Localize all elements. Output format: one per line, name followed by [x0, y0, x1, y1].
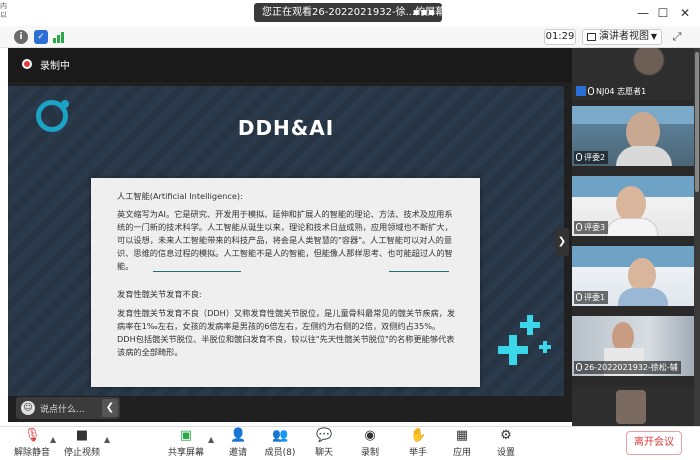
- ghost-text-1: 内: [0, 2, 7, 10]
- participant-tile[interactable]: 评委2: [572, 106, 700, 166]
- gear-icon: ⚙: [500, 428, 512, 443]
- share-screen-icon: ▣: [179, 428, 193, 443]
- raise-hand-label: 举手: [408, 448, 427, 458]
- divider-line: [153, 271, 241, 272]
- section2: 发育性髋关节发育不良: 发育性髋关节发育不良（DDH）又称发育性髋关节脱位，是儿…: [117, 288, 457, 359]
- section1-body: 英文缩写为AI。它是研究、开发用于模拟、延伸和扩展人的智能的理论、方法、技术及应…: [117, 209, 453, 271]
- recording-dot-icon: [22, 59, 32, 69]
- share-screen-label: 共享屏幕: [167, 448, 204, 458]
- apps-label: 应用: [452, 448, 471, 458]
- record-label: 录制: [360, 448, 379, 458]
- mic-muted-icon: 🎙: [24, 428, 41, 443]
- members-label: 成员(8): [264, 448, 296, 458]
- shared-screen-stage: 录制中 DDH&AI 人工智能(Artificial Intelligence)…: [8, 48, 572, 442]
- section1-heading: 人工智能(Artificial Intelligence):: [117, 191, 243, 201]
- chevron-down-icon: ▼: [650, 32, 657, 41]
- stop-video-button[interactable]: ■ 停止视频: [60, 428, 104, 459]
- participant-name: 评委2: [584, 153, 606, 162]
- chevron-up-icon[interactable]: ▲: [104, 435, 110, 444]
- share-screen-button[interactable]: ▣ 共享屏幕: [164, 428, 208, 459]
- video-camera-icon: ■: [75, 428, 89, 443]
- participant-tile[interactable]: 评委3: [572, 176, 700, 236]
- participant-tile[interactable]: [572, 386, 700, 426]
- participant-label: 26-2022021932-徐松-辅: [574, 361, 681, 374]
- view-mode-button[interactable]: 演讲者视图 ▼: [582, 29, 662, 45]
- view-mode-label: 演讲者视图: [599, 31, 649, 42]
- invite-label: 邀请: [228, 448, 247, 458]
- users-icon: 👥: [272, 428, 289, 443]
- participant-label: NJ04 志愿者1: [574, 85, 649, 98]
- participant-name: 评委3: [584, 223, 606, 232]
- ghost-text-2: 以: [0, 11, 7, 19]
- chat-button[interactable]: 💬 聊天: [302, 428, 346, 459]
- participants-scrollbar[interactable]: [694, 48, 700, 426]
- mic-icon: [576, 293, 582, 301]
- divider-line: [389, 271, 449, 272]
- meeting-controls-bar: 🎙 解除静音 ▲ ■ 停止视频 ▲ ▣ 共享屏幕 ▲ 👤 邀请 👥 成员(8) …: [0, 426, 700, 460]
- section2-body: 发育性髋关节发育不良（DDH）又称发育性髋关节脱位，是儿童骨科最常见的髋关节疾病…: [117, 308, 456, 357]
- raise-hand-button[interactable]: ✋ 举手: [396, 428, 440, 459]
- mic-icon: [576, 153, 582, 161]
- viewing-share-pill[interactable]: 您正在观看26-2022021932-徐...的屏幕 ▪▪▪: [254, 3, 442, 22]
- mic-icon: [576, 363, 582, 371]
- mic-icon: [576, 223, 582, 231]
- settings-button[interactable]: ⚙ 设置: [484, 428, 528, 459]
- minimize-icon[interactable]: —: [634, 4, 652, 22]
- title-bar: 内 以 您正在观看26-2022021932-徐...的屏幕 ▪▪▪ — ☐ ✕: [0, 0, 700, 26]
- collapse-panel-chevron-icon[interactable]: ❯: [555, 228, 569, 256]
- participant-name: 评委1: [584, 293, 606, 302]
- meeting-timer: 01:29: [544, 29, 576, 45]
- more-dots-icon[interactable]: ▪▪▪: [413, 3, 436, 22]
- chevron-up-icon[interactable]: ▲: [208, 435, 214, 444]
- chat-placeholder[interactable]: 说点什么...: [40, 402, 85, 415]
- presentation-slide: DDH&AI 人工智能(Artificial Intelligence): 英文…: [8, 86, 564, 442]
- chat-input-box[interactable]: ☺ 说点什么... ❮: [16, 397, 120, 419]
- participants-panel: NJ04 志愿者1 评委2 评委3 评委1 26-2022021932-徐松-辅: [572, 48, 700, 426]
- apps-button[interactable]: ▦ 应用: [440, 428, 484, 459]
- chevron-up-icon[interactable]: ▲: [50, 435, 56, 444]
- members-button[interactable]: 👥 成员(8): [258, 428, 302, 459]
- participant-tile[interactable]: 评委1: [572, 246, 700, 306]
- grid-icon: [587, 33, 596, 41]
- slide-content-card: 人工智能(Artificial Intelligence): 英文缩写为AI。它…: [91, 178, 480, 387]
- mic-muted-icon: [588, 87, 594, 95]
- chevron-left-icon[interactable]: ❮: [102, 399, 118, 417]
- signal-icon[interactable]: [53, 30, 65, 44]
- background-window-fragment: 内 以: [0, 2, 7, 20]
- record-icon: ◉: [364, 428, 376, 443]
- info-icon[interactable]: i: [14, 30, 28, 44]
- stop-video-label: 停止视频: [63, 448, 100, 458]
- shield-icon[interactable]: ✓: [34, 30, 48, 44]
- recording-bar: 录制中: [8, 48, 572, 82]
- add-user-icon: 👤: [230, 428, 247, 443]
- meeting-info-bar: i ✓ 01:29 演讲者视图 ▼ ⤢: [0, 26, 700, 48]
- apps-grid-icon: ▦: [455, 428, 469, 443]
- maximize-icon[interactable]: ☐: [654, 4, 672, 22]
- leave-meeting-button[interactable]: 离开会议: [626, 431, 682, 455]
- record-button[interactable]: ◉ 录制: [348, 428, 392, 459]
- fullscreen-icon[interactable]: ⤢: [670, 30, 684, 44]
- participant-label: 评委1: [574, 291, 609, 304]
- host-user-icon: [576, 86, 586, 96]
- invite-button[interactable]: 👤 邀请: [216, 428, 260, 459]
- participant-tile[interactable]: NJ04 志愿者1: [572, 48, 700, 100]
- settings-label: 设置: [496, 448, 515, 458]
- participant-name: 26-2022021932-徐松-辅: [584, 363, 678, 372]
- hand-icon: ✋: [410, 428, 427, 443]
- participant-label: 评委2: [574, 151, 609, 164]
- participant-name: NJ04 志愿者1: [596, 87, 647, 96]
- unmute-button[interactable]: 🎙 解除静音: [10, 428, 54, 459]
- chat-label: 聊天: [314, 448, 333, 458]
- recording-label: 录制中: [40, 61, 70, 72]
- unmute-label: 解除静音: [13, 448, 50, 458]
- participant-label: 评委3: [574, 221, 609, 234]
- section2-heading: 发育性髋关节发育不良:: [117, 289, 202, 299]
- chat-icon: 💬: [316, 428, 333, 443]
- emoji-icon[interactable]: ☺: [21, 401, 35, 415]
- slide-title: DDH&AI: [237, 116, 335, 140]
- participant-tile[interactable]: 26-2022021932-徐松-辅: [572, 316, 700, 376]
- close-icon[interactable]: ✕: [676, 4, 694, 22]
